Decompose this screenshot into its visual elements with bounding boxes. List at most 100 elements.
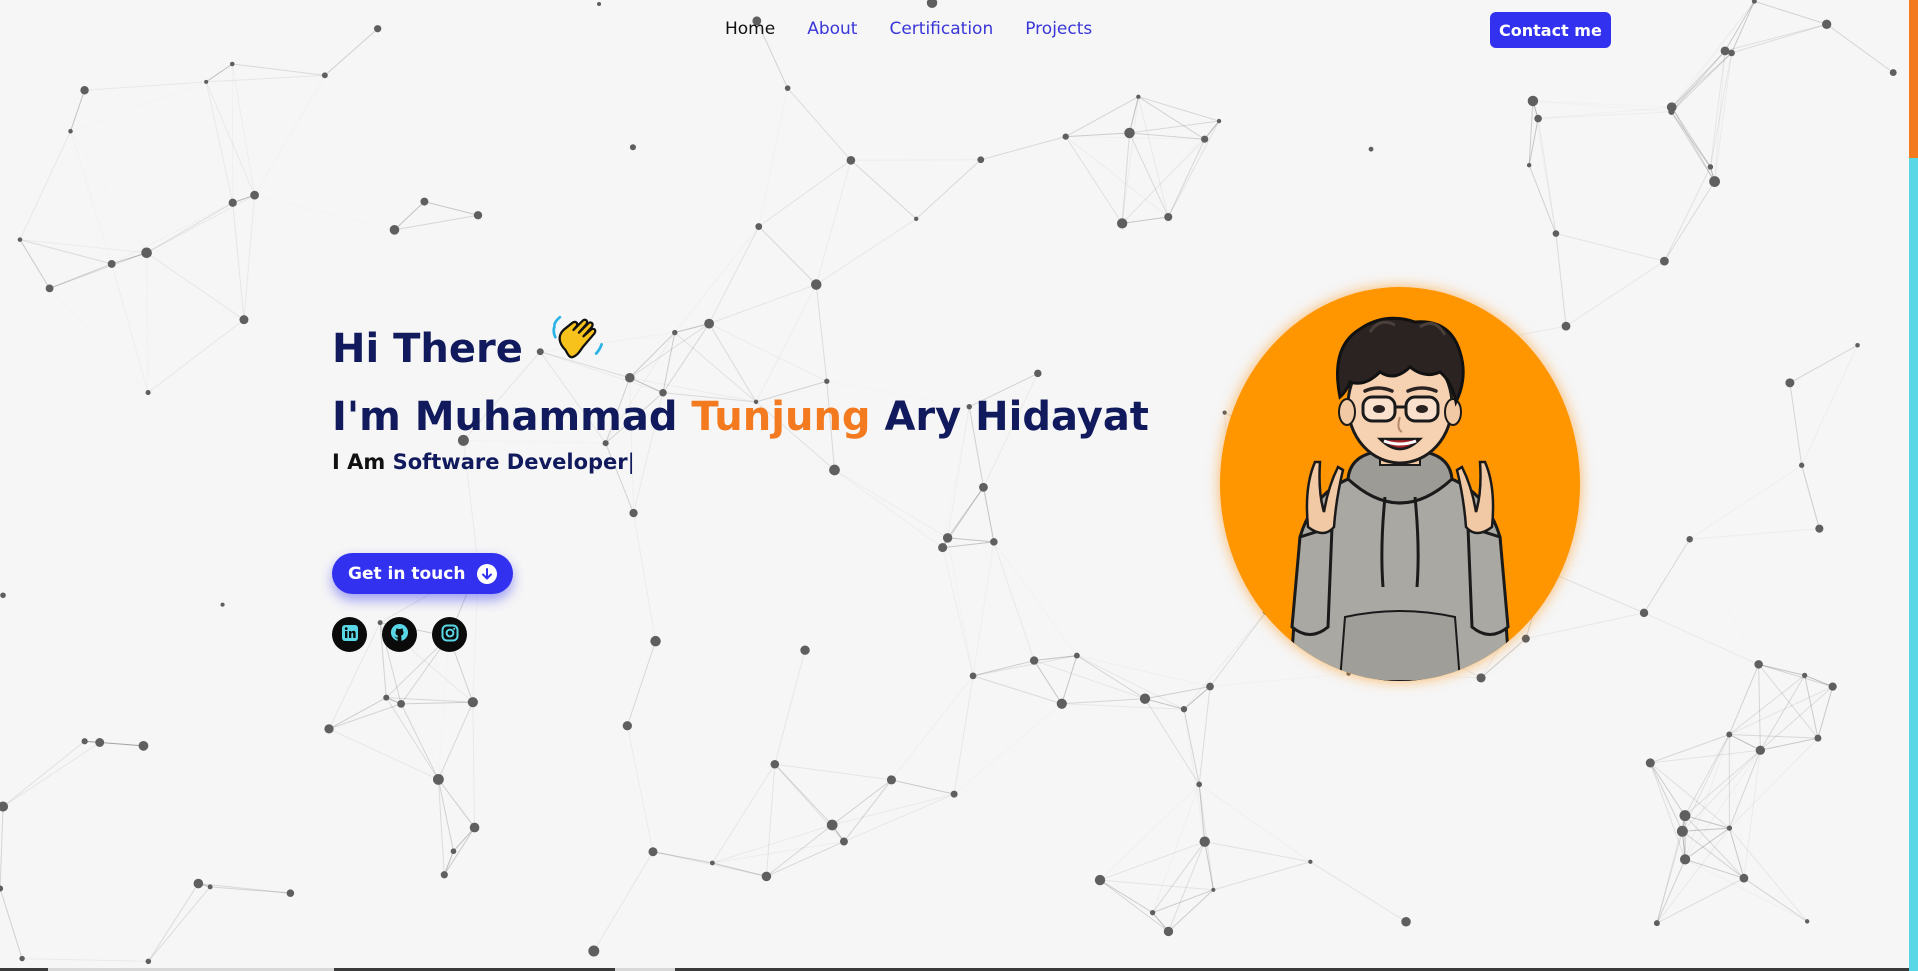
particle-link	[972, 675, 1062, 705]
particle-dot	[979, 482, 988, 492]
particle-link	[1122, 216, 1169, 224]
particle-link	[1643, 612, 1759, 665]
particle-link	[972, 541, 995, 676]
particle-dot	[207, 884, 213, 890]
particle-dot	[1201, 135, 1209, 143]
particle-dot	[1149, 909, 1156, 916]
typing-subtitle: I Am Software Developer|	[332, 450, 635, 474]
particle-link	[1743, 877, 1808, 922]
particle-dot	[228, 198, 237, 207]
particle-link	[1099, 841, 1205, 881]
particle-link	[994, 542, 1077, 656]
particle-dot	[1659, 256, 1669, 266]
particle-link	[146, 252, 245, 321]
nav-link-about[interactable]: About	[807, 18, 857, 40]
particle-link	[1555, 233, 1567, 327]
particle-link	[850, 159, 981, 161]
particle-link	[19, 239, 147, 254]
particle-link	[1100, 784, 1199, 880]
contact-me-button[interactable]: Contact me	[1490, 12, 1611, 48]
particle-dot	[1180, 705, 1188, 713]
particle-link	[1152, 841, 1206, 913]
particle-link	[206, 74, 325, 83]
particle-link	[198, 883, 291, 894]
particle-link	[1758, 664, 1819, 739]
particle-dot	[1534, 114, 1542, 123]
get-in-touch-label: Get in touch	[348, 563, 466, 584]
particle-link	[1649, 762, 1686, 816]
particle-dot	[1785, 378, 1795, 388]
particle-link	[401, 701, 473, 705]
scroll-thumb[interactable]	[1909, 0, 1918, 158]
particle-link	[891, 779, 955, 795]
particle-link	[1801, 345, 1859, 466]
instagram-link[interactable]	[432, 617, 467, 652]
particle-dot	[141, 247, 152, 259]
particle-link	[834, 469, 948, 539]
particle-dot	[950, 790, 958, 798]
particle-link	[1650, 664, 1758, 763]
particle-dot	[1802, 672, 1808, 678]
particle-link	[1684, 749, 1761, 816]
particle-dot	[1163, 926, 1174, 937]
particle-link	[1062, 687, 1210, 704]
particle-dot	[1645, 758, 1655, 768]
particle-link	[424, 201, 479, 216]
particle-dot	[969, 672, 977, 680]
particle-link	[1167, 138, 1206, 218]
nav-link-certification[interactable]: Certification	[889, 18, 993, 40]
particle-link	[1138, 96, 1220, 122]
particle-dot	[839, 837, 848, 846]
particle-link	[1759, 529, 1820, 665]
particle-link	[1804, 674, 1833, 688]
particle-link	[594, 863, 713, 951]
particle-link	[626, 641, 657, 726]
particle-link	[1643, 538, 1691, 614]
particle-dot	[755, 223, 763, 230]
particle-link	[1528, 165, 1557, 234]
particle-dot	[1476, 673, 1486, 683]
nav-link-projects[interactable]: Projects	[1025, 18, 1092, 40]
particle-link	[1689, 464, 1802, 540]
top-navigation: Home About Certification Projects Contac…	[0, 12, 1909, 58]
particle-dot	[648, 847, 658, 857]
particle-dot	[588, 945, 600, 957]
linkedin-link[interactable]	[332, 617, 367, 652]
particle-dot	[81, 738, 88, 745]
particle-dot	[990, 538, 998, 546]
particle-dot	[145, 390, 151, 396]
particle-link	[147, 319, 245, 393]
nav-link-home[interactable]: Home	[725, 18, 775, 40]
particle-link	[1137, 96, 1169, 218]
particle-dot	[1164, 212, 1173, 222]
particle-dot	[321, 72, 328, 79]
particle-dot	[1521, 634, 1530, 643]
particle-link	[255, 195, 395, 230]
particle-link	[766, 841, 845, 877]
particle-dot	[1709, 176, 1720, 187]
particle-link	[1061, 655, 1078, 704]
particle-link	[71, 131, 147, 253]
particle-link	[1760, 686, 1833, 751]
particle-link	[774, 763, 892, 781]
particle-dot	[1124, 127, 1135, 139]
particle-dot	[1739, 873, 1749, 883]
particle-link	[954, 704, 1062, 794]
waving-hand-icon	[549, 310, 607, 386]
particle-dot	[1804, 919, 1810, 924]
particle-link	[1684, 734, 1730, 816]
particle-link	[2, 742, 100, 807]
get-in-touch-button[interactable]: Get in touch	[332, 553, 514, 594]
particle-dot	[761, 871, 772, 882]
particle-dot	[1199, 836, 1210, 847]
subtitle-prefix: I Am	[332, 450, 393, 474]
particle-dot	[1754, 660, 1763, 669]
github-link[interactable]	[382, 617, 417, 652]
particle-link	[712, 824, 833, 864]
particle-link	[835, 470, 984, 487]
particle-dot	[1799, 462, 1805, 468]
particle-link	[1743, 750, 1761, 879]
particle-network-background	[0, 0, 1897, 965]
particle-dot	[784, 85, 791, 91]
particle-link	[953, 675, 974, 795]
